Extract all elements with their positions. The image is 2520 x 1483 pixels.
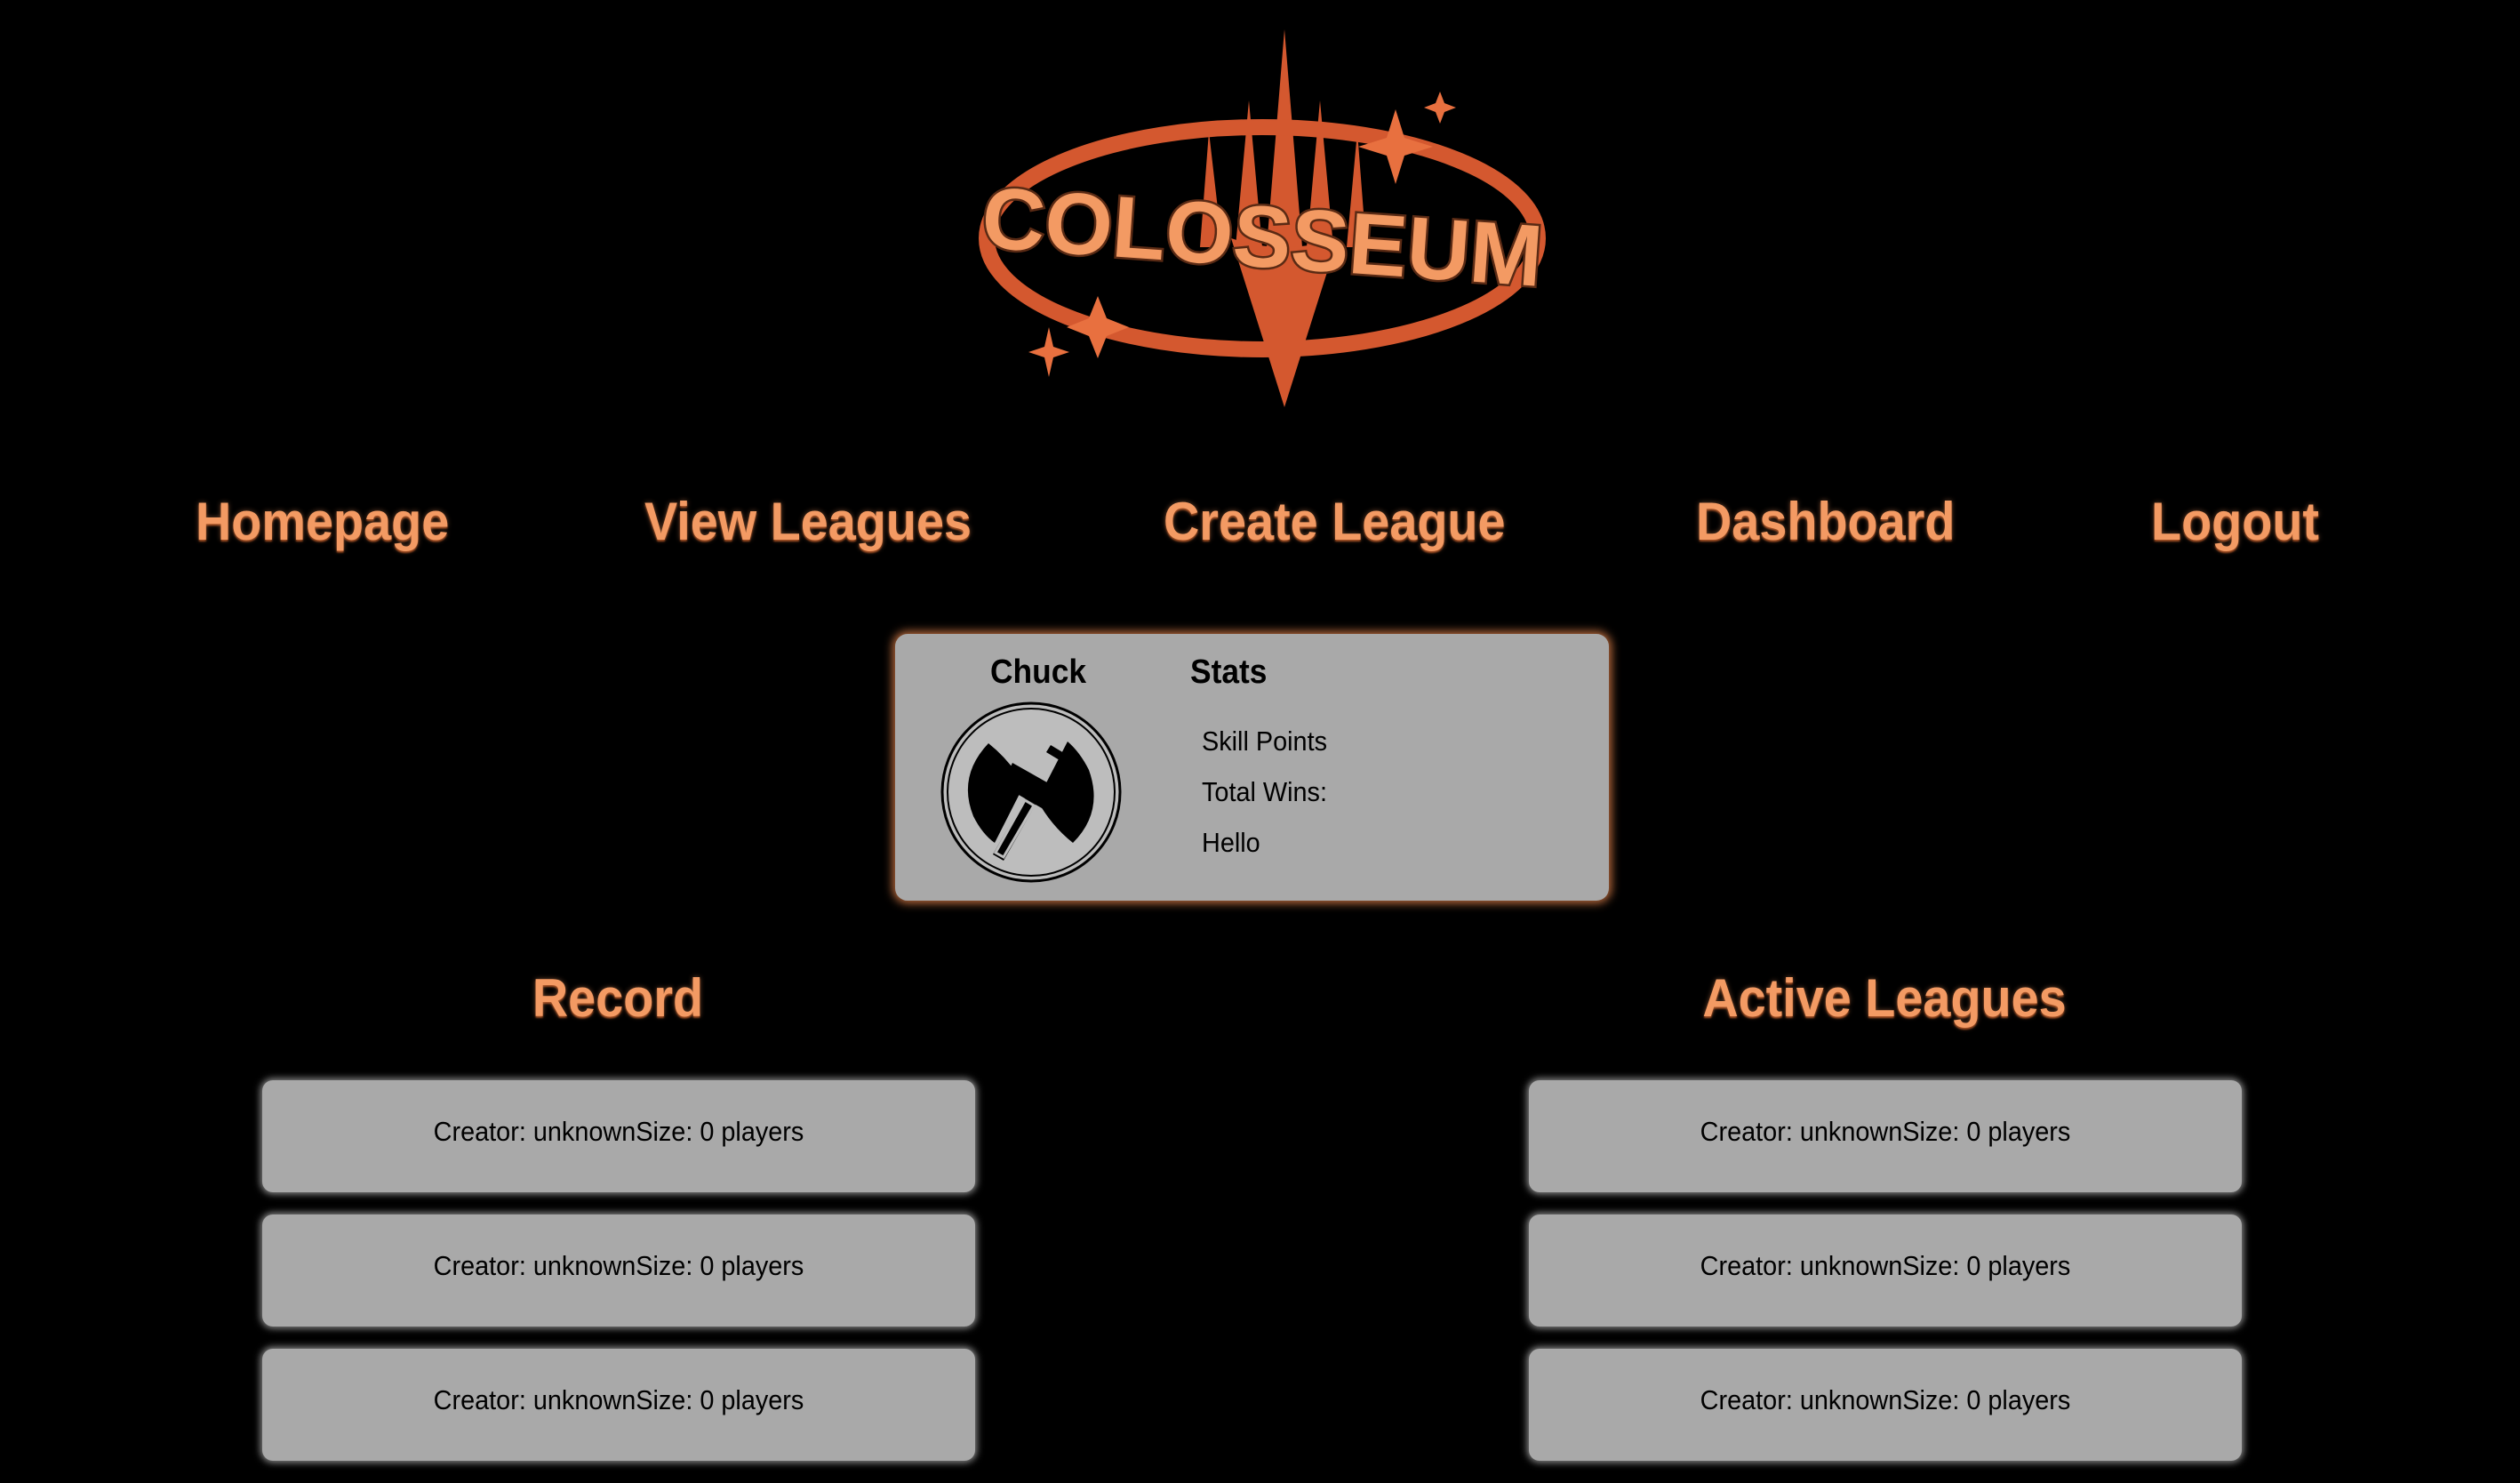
nav-homepage[interactable]: Homepage [196, 491, 449, 552]
logo-text: COLOSSEUM [979, 168, 1546, 305]
profile-card: Chuck Stats Skill Points Total Wins: Hel… [895, 634, 1609, 901]
colosseum-logo[interactable]: COLOSSEUM [964, 25, 1556, 416]
active-leagues-title: Active Leagues [1702, 968, 2067, 1028]
logo-graphic: COLOSSEUM [977, 29, 1548, 407]
active-leagues-list: Creator: unknownSize: 0 players Creator:… [1529, 1080, 2242, 1483]
nav-create-league[interactable]: Create League [1164, 491, 1506, 552]
stat-total-wins: Total Wins: [1202, 776, 1327, 807]
active-league-item-label: Creator: unknownSize: 0 players [1700, 1250, 2071, 1281]
stat-skill-points: Skill Points [1202, 725, 1327, 757]
nav-dashboard[interactable]: Dashboard [1696, 491, 1955, 552]
active-league-item[interactable]: Creator: unknownSize: 0 players [1529, 1080, 2242, 1192]
active-league-item[interactable]: Creator: unknownSize: 0 players [1529, 1349, 2242, 1461]
record-item-label: Creator: unknownSize: 0 players [433, 1116, 804, 1147]
profile-name: Chuck [990, 653, 1087, 691]
record-title: Record [532, 968, 704, 1028]
stat-extra: Hello [1202, 827, 1260, 858]
nav-view-leagues[interactable]: View Leagues [644, 491, 972, 552]
record-item-label: Creator: unknownSize: 0 players [433, 1250, 804, 1281]
record-list: Creator: unknownSize: 0 players Creator:… [262, 1080, 975, 1483]
record-item[interactable]: Creator: unknownSize: 0 players [262, 1214, 975, 1327]
stats-title: Stats [1190, 653, 1268, 691]
main-nav: Homepage View Leagues Create League Dash… [0, 491, 2520, 562]
battle-axe-icon [940, 701, 1123, 884]
active-league-item-label: Creator: unknownSize: 0 players [1700, 1384, 2071, 1415]
record-item[interactable]: Creator: unknownSize: 0 players [262, 1349, 975, 1461]
nav-logout[interactable]: Logout [2151, 491, 2319, 552]
record-item-label: Creator: unknownSize: 0 players [433, 1384, 804, 1415]
active-league-item[interactable]: Creator: unknownSize: 0 players [1529, 1214, 2242, 1327]
active-league-item-label: Creator: unknownSize: 0 players [1700, 1116, 2071, 1147]
record-item[interactable]: Creator: unknownSize: 0 players [262, 1080, 975, 1192]
